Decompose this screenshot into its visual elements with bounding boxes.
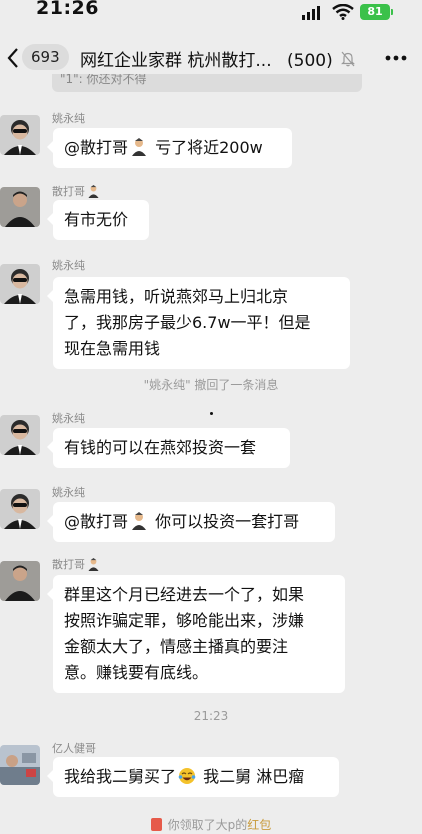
sender-name: 姚永纯: [52, 486, 85, 499]
message-text: 亏了将近200w: [150, 138, 263, 157]
message-line: 急需用钱，听说燕郊马上归北京: [64, 287, 289, 306]
sender-name: 散打哥: [52, 183, 102, 199]
sender-name: 姚永纯: [52, 259, 85, 272]
avatar[interactable]: [0, 187, 40, 227]
message-line: 群里这个月已经进去一个了，如果: [64, 585, 305, 604]
status-time: 21:26: [36, 0, 99, 19]
wifi-icon: [332, 4, 354, 20]
message-bubble[interactable]: 群里这个月已经进去一个了，如果 按照诈骗定罪，够呛能出来，涉嫌 金额太大了，情感…: [47, 575, 345, 693]
avatar[interactable]: [0, 115, 40, 155]
message-bubble[interactable]: 有钱的可以在燕郊投资一套: [47, 428, 290, 468]
mention-text[interactable]: @散打哥: [64, 512, 128, 531]
message-line: 按照诈骗定罪，够呛能出来，涉嫌: [64, 611, 305, 630]
chat-title: 网红企业家群 杭州散打... (500): [80, 46, 333, 71]
sender-name: 姚永纯: [52, 412, 85, 425]
message-text: 你可以投资一套打哥: [150, 512, 300, 531]
avatar[interactable]: [0, 745, 40, 785]
message-bubble[interactable]: 有市无价: [47, 200, 149, 240]
avatar[interactable]: [0, 561, 40, 601]
group-name: 网红企业家群 杭州散打...: [80, 51, 272, 71]
mention-text[interactable]: @散打哥: [64, 138, 128, 157]
message-line: 现在急需用钱: [64, 339, 161, 358]
status-bar: 21:26 81: [0, 0, 422, 24]
stray-dot: [210, 412, 213, 415]
person-emoji-icon: [88, 185, 99, 198]
time-divider: 21:23: [193, 709, 229, 723]
battery-tip: [391, 9, 393, 15]
message-bubble[interactable]: @散打哥 亏了将近200w: [47, 128, 292, 168]
previous-message-fragment: "1": 你还对不得: [52, 74, 362, 92]
chat-message-list[interactable]: 姚永纯 @散打哥 亏了将近200w 散打哥 有市无价 姚永纯 急需用钱，听说燕郊…: [0, 92, 422, 834]
signal-icon: [302, 6, 320, 20]
more-options-icon[interactable]: [385, 55, 407, 61]
redpacket-notice: 你领取了大p的红包: [0, 816, 422, 833]
person-emoji-icon: [132, 138, 147, 156]
sender-name: 散打哥: [52, 556, 102, 572]
avatar[interactable]: [0, 415, 40, 455]
message-line: 了，我那房子最少6.7w一平！但是: [64, 313, 311, 332]
recall-notice: "姚永纯" 撤回了一条消息: [143, 378, 279, 392]
message-line: 意。赚钱要有底线。: [64, 663, 209, 682]
message-bubble[interactable]: 我给我二舅买了 我二舅 淋巴瘤: [47, 757, 339, 797]
person-emoji-icon: [132, 512, 147, 530]
redpacket-link[interactable]: 红包: [247, 818, 271, 832]
message-text: 有钱的可以在燕郊投资一套: [64, 438, 257, 457]
message-text: 我给我二舅买了: [64, 767, 177, 786]
message-text: 有市无价: [64, 210, 129, 229]
message-bubble[interactable]: 急需用钱，听说燕郊马上归北京 了，我那房子最少6.7w一平！但是 现在急需用钱: [47, 277, 350, 369]
back-arrow-icon[interactable]: [6, 46, 20, 70]
avatar[interactable]: [0, 489, 40, 529]
battery-indicator: 81: [360, 4, 390, 20]
person-emoji-icon: [88, 558, 99, 571]
avatar[interactable]: [0, 264, 40, 304]
member-count: (500): [287, 51, 333, 71]
message-line: 金额太大了，情感主播真的要注: [64, 637, 289, 656]
sender-name: 姚永纯: [52, 112, 85, 125]
message-bubble[interactable]: @散打哥 你可以投资一套打哥: [47, 502, 335, 542]
message-text: 我二舅 淋巴瘤: [198, 767, 305, 786]
sender-name: 亿人健哥: [52, 742, 96, 755]
tears-of-joy-emoji-icon: [178, 768, 196, 784]
unread-count-badge[interactable]: 693: [22, 44, 69, 70]
mute-bell-icon: [341, 51, 355, 67]
red-packet-icon: [150, 818, 162, 831]
